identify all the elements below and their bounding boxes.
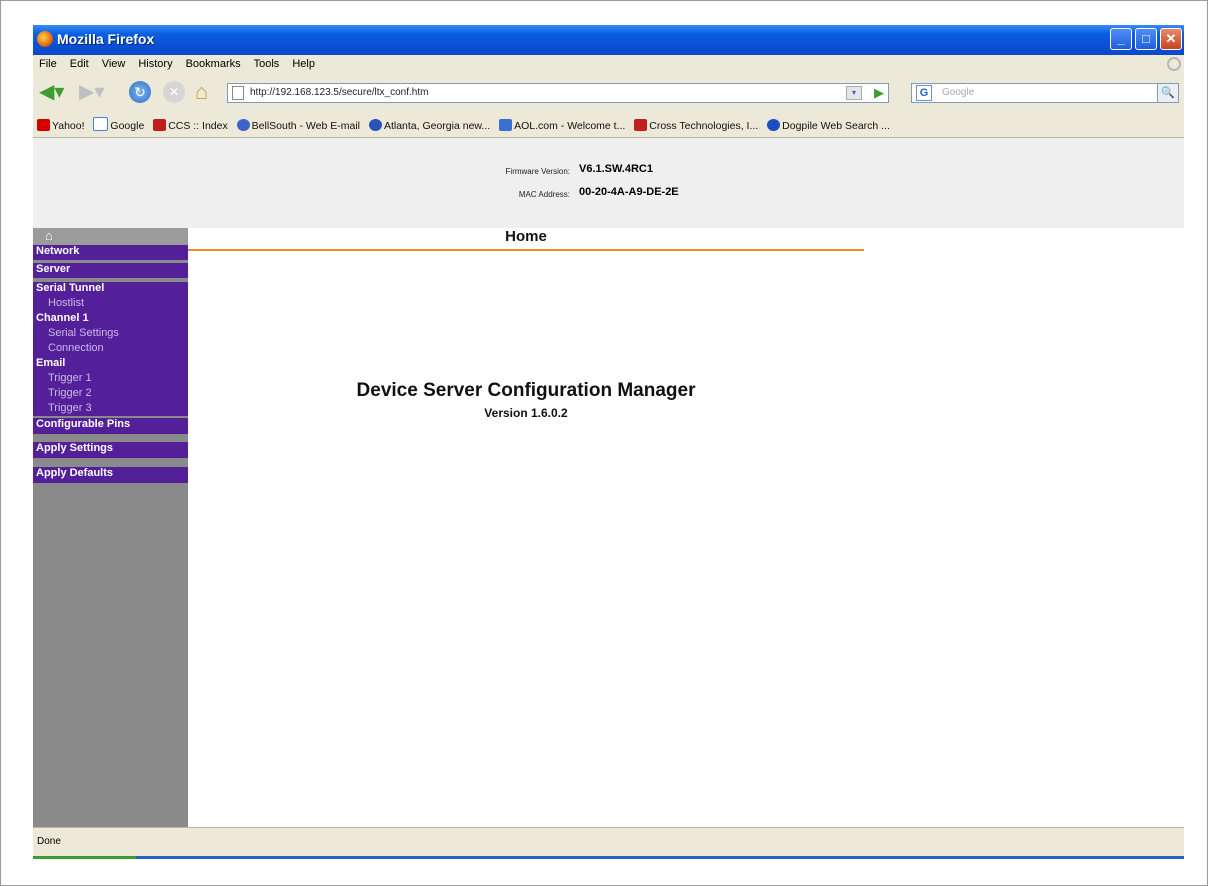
- navigation-toolbar: ◀▾ ▶▾ ↻ ✕ ⌂ http://192.168.123.5/secure/…: [33, 75, 1184, 109]
- sidebar-item-hostlist[interactable]: Hostlist: [33, 297, 188, 312]
- sidebar-item-serial-settings[interactable]: Serial Settings: [33, 327, 188, 342]
- dogpile-icon: [767, 119, 781, 131]
- title-underline: [188, 249, 864, 251]
- url-text[interactable]: http://192.168.123.5/secure/ltx_conf.htm: [250, 87, 428, 98]
- reload-button[interactable]: ↻: [129, 81, 151, 103]
- minimize-button[interactable]: _: [1110, 28, 1132, 50]
- menu-help[interactable]: Help: [286, 55, 322, 70]
- close-button[interactable]: ✕: [1160, 28, 1182, 50]
- ccs-icon: [153, 119, 167, 131]
- bookmark-ajc[interactable]: Atlanta, Georgia new...: [368, 119, 490, 132]
- bookmark-yahoo[interactable]: Yahoo!: [37, 119, 85, 132]
- sidebar-item-connection[interactable]: Connection: [33, 342, 188, 357]
- sidebar-item-network[interactable]: Network: [33, 245, 188, 260]
- title-bar[interactable]: Mozilla Firefox _ □ ✕: [33, 25, 1184, 55]
- sidebar-item-configurable-pins[interactable]: Configurable Pins: [33, 418, 188, 434]
- home-icon[interactable]: ⌂: [45, 228, 53, 243]
- sidebar-item-apply-defaults[interactable]: Apply Defaults: [33, 467, 188, 483]
- status-bar: Done: [33, 827, 1184, 859]
- mac-value: 00-20-4A-A9-DE-2E: [579, 186, 679, 198]
- throbber-icon: [1167, 57, 1181, 71]
- status-accent-blue: [136, 856, 1184, 859]
- mac-label: MAC Address:: [518, 190, 570, 199]
- app-version: Version 1.6.0.2: [484, 406, 568, 420]
- menu-edit[interactable]: Edit: [64, 55, 96, 70]
- search-button[interactable]: 🔍: [1157, 83, 1179, 103]
- page-title: Home: [505, 228, 547, 245]
- google-search-icon[interactable]: G: [916, 85, 932, 101]
- bookmark-bellsouth[interactable]: BellSouth - Web E-mail: [236, 119, 360, 132]
- yahoo-icon: [37, 119, 50, 131]
- sidebar-item-trigger-2[interactable]: Trigger 2: [33, 387, 188, 402]
- sidebar-item-email[interactable]: Email: [33, 357, 188, 372]
- bookmarks-toolbar: Yahoo! Google CCS :: Index BellSouth - W…: [33, 109, 1184, 138]
- go-button[interactable]: ▶: [874, 85, 884, 101]
- menu-bar: File Edit View History Bookmarks Tools Help: [33, 55, 1184, 75]
- sidebar-item-server[interactable]: Server: [33, 263, 188, 278]
- firmware-label: Firmware Version:: [505, 167, 570, 176]
- cross-icon: [634, 119, 648, 131]
- app-name: Device Server Configuration Manager: [356, 380, 696, 401]
- firmware-value: V6.1.SW.4RC1: [579, 163, 653, 175]
- ajc-icon: [368, 119, 382, 131]
- back-button[interactable]: ◀▾: [39, 82, 64, 102]
- status-accent-green: [33, 856, 136, 859]
- page-content: Firmware Version: V6.1.SW.4RC1 MAC Addre…: [33, 138, 1184, 827]
- browser-window: Mozilla Firefox _ □ ✕ File Edit View Histor…: [33, 25, 1184, 859]
- maximize-button[interactable]: □: [1135, 28, 1157, 50]
- sidebar-item-serial-tunnel[interactable]: Serial Tunnel: [33, 282, 188, 297]
- search-placeholder: Google: [942, 87, 975, 98]
- aol-icon: [499, 119, 513, 131]
- sidebar-item-trigger-3[interactable]: Trigger 3: [33, 402, 188, 416]
- status-text: Done: [37, 836, 61, 847]
- menu-bookmarks[interactable]: Bookmarks: [180, 55, 248, 70]
- bookmark-ccs[interactable]: CCS :: Index: [153, 119, 228, 132]
- sidebar-item-apply-settings[interactable]: Apply Settings: [33, 442, 188, 458]
- bellsouth-icon: [236, 119, 250, 131]
- dropdown-icon[interactable]: ▾: [846, 86, 862, 100]
- bookmark-google[interactable]: Google: [93, 117, 144, 132]
- device-info-header: Firmware Version: V6.1.SW.4RC1 MAC Addre…: [33, 138, 1184, 228]
- menu-tools[interactable]: Tools: [248, 55, 287, 70]
- google-icon: [93, 117, 109, 131]
- sidebar: ⌂ Network Server Serial Tunnel Hostlist …: [33, 228, 188, 827]
- home-button[interactable]: ⌂: [195, 81, 208, 103]
- forward-button[interactable]: ▶▾: [79, 82, 104, 102]
- menu-file[interactable]: File: [33, 55, 64, 70]
- bookmark-cross-technologies[interactable]: Cross Technologies, I...: [634, 119, 758, 132]
- menu-history[interactable]: History: [132, 55, 179, 70]
- sidebar-home[interactable]: ⌂: [33, 228, 188, 245]
- stop-button[interactable]: ✕: [163, 81, 185, 103]
- bookmark-dogpile[interactable]: Dogpile Web Search ...: [767, 119, 890, 132]
- window-title: Mozilla Firefox: [57, 31, 155, 47]
- search-input[interactable]: G Google: [911, 83, 1158, 103]
- menu-view[interactable]: View: [96, 55, 133, 70]
- sidebar-item-channel-1[interactable]: Channel 1: [33, 312, 188, 327]
- url-bar[interactable]: http://192.168.123.5/secure/ltx_conf.htm…: [227, 83, 889, 103]
- bookmark-aol[interactable]: AOL.com - Welcome t...: [499, 119, 625, 132]
- firefox-logo-icon: [37, 31, 53, 47]
- page-icon: [232, 86, 244, 100]
- sidebar-item-trigger-1[interactable]: Trigger 1: [33, 372, 188, 387]
